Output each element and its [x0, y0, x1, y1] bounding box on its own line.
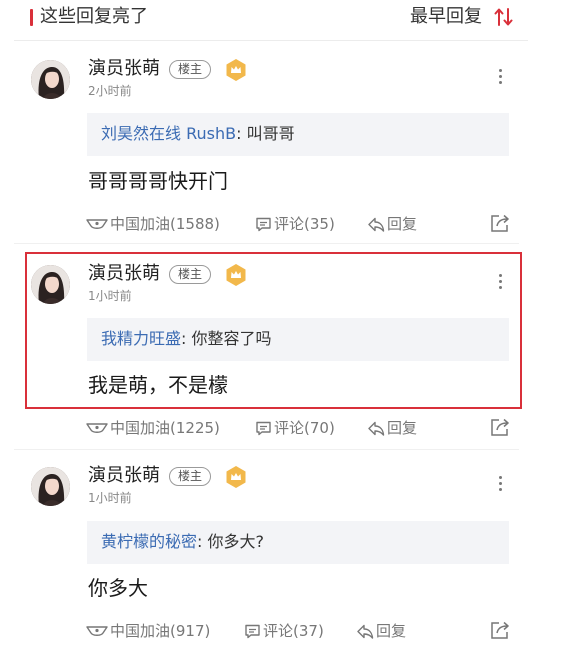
comment-button[interactable]: 评论 (35) [255, 213, 335, 235]
share-icon [491, 418, 509, 436]
share-button[interactable] [489, 417, 513, 437]
cheer-icon [86, 219, 108, 229]
comment-label: 评论 [263, 622, 294, 640]
reply-label: 回复 [387, 215, 418, 233]
reply-button[interactable]: 回复 [367, 417, 417, 439]
cheer-button[interactable]: 中国加油 (1588) [86, 213, 220, 235]
sort-arrows-icon[interactable] [493, 6, 515, 28]
quoted-reply[interactable]: 黄柠檬的秘密: 你多大? [87, 521, 509, 564]
comment-label: 评论 [274, 419, 305, 437]
share-icon [491, 214, 509, 232]
comment-count: (37) [293, 622, 324, 640]
owner-badge: 楼主 [169, 467, 212, 486]
comment-count: (70) [304, 419, 335, 437]
more-options-icon[interactable] [494, 473, 506, 493]
quoted-text: : 叫哥哥 [236, 124, 295, 143]
comment-label: 评论 [274, 215, 305, 233]
reply-button[interactable]: 回复 [356, 620, 406, 642]
cheer-button[interactable]: 中国加油 (917) [86, 620, 210, 642]
avatar[interactable] [31, 60, 70, 99]
reply-icon [368, 421, 385, 436]
comment-content: 你多大 [88, 576, 148, 600]
cheer-count: (1225) [170, 419, 220, 437]
author-name[interactable]: 演员张萌 [88, 57, 160, 81]
highlight-frame [25, 252, 522, 409]
comment-separator [14, 243, 519, 244]
cheer-count: (1588) [170, 215, 220, 233]
comment-actions: 中国加油 (917) 评论 (37) 回复 [0, 620, 578, 644]
quoted-reply[interactable]: 刘昊然在线 RushB: 叫哥哥 [87, 113, 509, 156]
crown-icon [226, 59, 246, 81]
cheer-count: (917) [170, 622, 211, 640]
share-button[interactable] [489, 213, 513, 233]
reply-button[interactable]: 回复 [367, 213, 417, 235]
comment-count: (35) [304, 215, 335, 233]
comment-icon [245, 624, 260, 638]
header-divider [14, 40, 528, 41]
post-time: 2小时前 [88, 84, 132, 98]
sort-order-button[interactable]: 最早回复 [410, 5, 482, 29]
post-time: 1小时前 [88, 491, 132, 505]
header-title: 这些回复亮了 [40, 6, 148, 27]
quoted-text: : 你多大? [197, 532, 264, 551]
more-options-icon[interactable] [494, 66, 506, 86]
cheer-icon [86, 626, 108, 636]
share-icon [491, 621, 509, 639]
comment-actions: 中国加油 (1588) 评论 (35) 回复 [0, 213, 578, 237]
reply-label: 回复 [376, 622, 407, 640]
comment-button[interactable]: 评论 (37) [244, 620, 324, 642]
comment-content: 哥哥哥哥快开门 [88, 169, 228, 193]
comment-icon [256, 217, 271, 231]
cheer-label: 中国加油 [110, 215, 171, 233]
share-button[interactable] [489, 620, 513, 640]
crown-icon [226, 466, 246, 488]
comment-button[interactable]: 评论 (70) [255, 417, 335, 439]
header-accent-bar [30, 9, 33, 26]
comment-actions: 中国加油 (1225) 评论 (70) 回复 [0, 417, 578, 441]
quoted-user[interactable]: 刘昊然在线 RushB [101, 124, 236, 143]
owner-badge: 楼主 [169, 60, 212, 79]
reply-icon [357, 624, 374, 639]
cheer-icon [86, 423, 108, 433]
comment-separator [14, 449, 519, 450]
reply-label: 回复 [387, 419, 418, 437]
cheer-label: 中国加油 [110, 622, 171, 640]
replies-header: 这些回复亮了 最早回复 [0, 0, 578, 36]
quoted-user[interactable]: 黄柠檬的秘密 [101, 532, 197, 551]
cheer-label: 中国加油 [110, 419, 171, 437]
author-name[interactable]: 演员张萌 [88, 464, 160, 488]
reply-icon [368, 217, 385, 232]
comment-icon [256, 421, 271, 435]
avatar[interactable] [31, 467, 70, 506]
cheer-button[interactable]: 中国加油 (1225) [86, 417, 220, 439]
